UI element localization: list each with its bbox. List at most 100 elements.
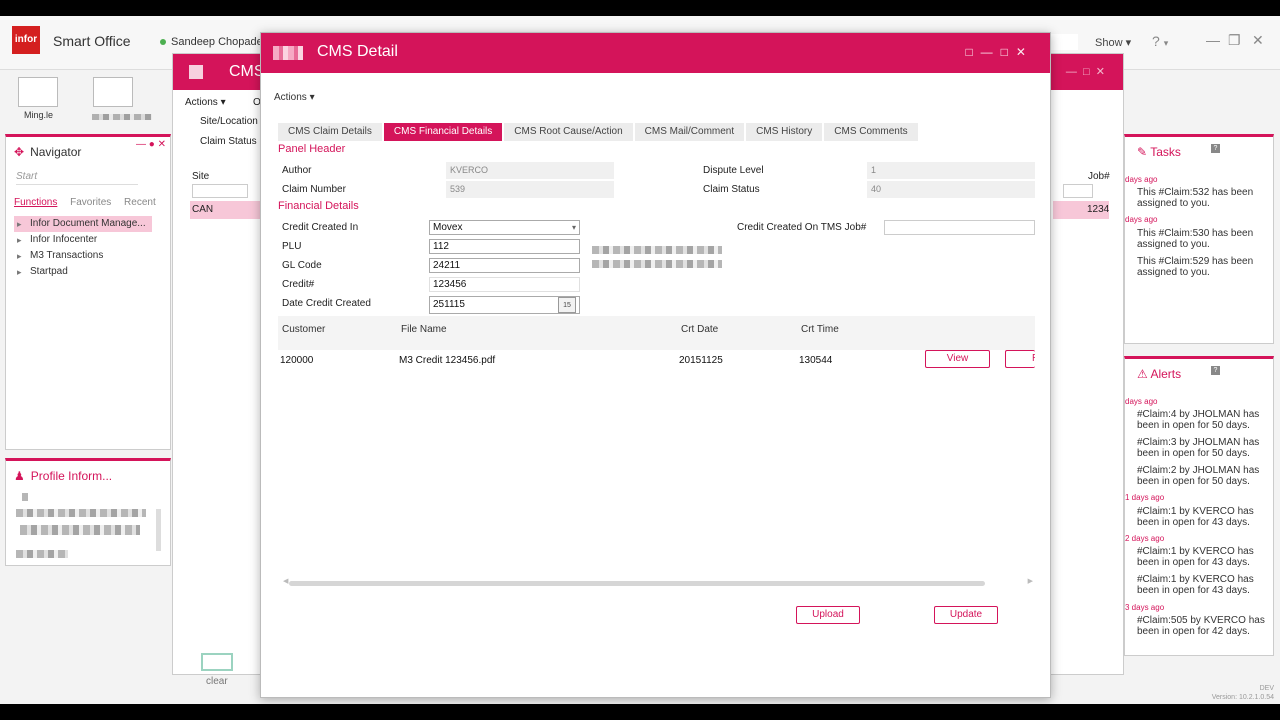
remove-button[interactable]: Rer xyxy=(1005,350,1035,368)
panel-controls[interactable]: — ● ✕ xyxy=(136,139,166,150)
profile-panel: ♟ Profile Inform... xyxy=(5,458,171,566)
nav-item-infocenter[interactable]: Infor Infocenter xyxy=(14,232,152,248)
job-column-header: Job# xyxy=(1088,171,1110,182)
nav-item-startpad[interactable]: Startpad xyxy=(14,264,152,280)
dispute-level-field: 1 xyxy=(867,162,1035,179)
top-search-input[interactable] xyxy=(1050,34,1078,50)
credit-number-input[interactable]: 123456 xyxy=(429,277,580,292)
dialog-window-controls[interactable]: □—□✕ xyxy=(965,45,1034,59)
help-menu[interactable]: ? ▾ xyxy=(1152,33,1168,49)
app-icon xyxy=(273,46,303,60)
tab-financial-details[interactable]: CMS Financial Details xyxy=(383,123,503,141)
nav-item-document-manager[interactable]: Infor Document Manage... xyxy=(14,216,152,232)
navigator-header: ✥ Navigator xyxy=(14,145,81,159)
upload-button[interactable]: Upload xyxy=(796,606,860,624)
dispute-level-label: Dispute Level xyxy=(703,165,764,176)
compass-icon: ✥ xyxy=(14,145,25,159)
scroll-left-icon[interactable]: ◀ xyxy=(283,577,288,585)
alerts-panel: ⚠ Alerts ? days ago #Claim:4 by JHOLMAN … xyxy=(1124,356,1274,656)
site-filter-input[interactable] xyxy=(192,184,248,198)
gl-code-label: GL Code xyxy=(282,260,322,271)
claim-status-field: 40 xyxy=(867,181,1035,198)
desktop: infor Smart Office Sandeep Chopade Show … xyxy=(0,16,1280,704)
column-crt-time[interactable]: Crt Time xyxy=(801,324,839,335)
clear-label: clear xyxy=(206,676,228,687)
user-status[interactable]: Sandeep Chopade xyxy=(160,36,263,48)
view-button[interactable]: View xyxy=(925,350,990,368)
alert-message[interactable]: #Claim:505 by KVERCO has been in open fo… xyxy=(1137,615,1267,637)
job-cell[interactable]: 1234 xyxy=(1053,201,1109,219)
column-crt-date[interactable]: Crt Date xyxy=(681,324,718,335)
alert-message[interactable]: #Claim:1 by KVERCO has been in open for … xyxy=(1137,574,1267,596)
clear-icon[interactable] xyxy=(201,653,233,671)
redacted-content xyxy=(16,509,146,517)
chevron-down-icon: ▾ xyxy=(571,223,576,232)
tab-claim-details[interactable]: CMS Claim Details xyxy=(278,123,382,141)
tab-comments[interactable]: CMS Comments xyxy=(824,123,918,141)
task-message[interactable]: This #Claim:530 has been assigned to you… xyxy=(1137,228,1267,250)
minimize-icon[interactable]: — xyxy=(1206,32,1220,48)
redacted-content xyxy=(592,260,722,268)
task-time: days ago xyxy=(1125,175,1158,184)
cell-crt-time[interactable]: 130544 xyxy=(799,355,832,366)
attachments-grid-header: Customer File Name Crt Date Crt Time xyxy=(278,316,1035,350)
navigator-tabs: Functions Favorites Recent xyxy=(14,197,166,208)
alert-message[interactable]: #Claim:4 by JHOLMAN has been in open for… xyxy=(1137,409,1267,431)
column-file-name[interactable]: File Name xyxy=(401,324,447,335)
cell-customer[interactable]: 120000 xyxy=(280,355,313,366)
show-menu[interactable]: Show ▾ xyxy=(1095,36,1131,49)
app-icon xyxy=(189,65,203,79)
person-icon: ♟ xyxy=(14,469,25,483)
tab-functions[interactable]: Functions xyxy=(14,197,57,208)
chevron-down-icon: ▾ xyxy=(309,92,315,103)
update-button[interactable]: Update xyxy=(934,606,998,624)
navigator-search-input[interactable]: Start xyxy=(16,171,138,185)
site-location-label: Site/Location xyxy=(200,116,258,127)
plu-input[interactable]: 112 xyxy=(429,239,580,254)
financial-details-title: Financial Details xyxy=(278,200,359,212)
alert-message[interactable]: #Claim:2 by JHOLMAN has been in open for… xyxy=(1137,465,1267,487)
close-icon[interactable]: ✕ xyxy=(1252,32,1264,49)
horizontal-scrollbar[interactable]: ◀ ▶ xyxy=(283,577,1033,586)
column-customer[interactable]: Customer xyxy=(282,324,325,335)
document-shortcut[interactable] xyxy=(93,77,133,107)
window-controls[interactable]: — □ ✕ xyxy=(1066,54,1105,90)
tab-favorites[interactable]: Favorites xyxy=(70,197,111,208)
env-label: DEV xyxy=(1259,685,1274,692)
restore-icon[interactable]: ❐ xyxy=(1228,32,1241,49)
alert-message[interactable]: #Claim:3 by JHOLMAN has been in open for… xyxy=(1137,437,1267,459)
help-icon[interactable]: ? xyxy=(1211,144,1220,153)
alert-message[interactable]: #Claim:1 by KVERCO has been in open for … xyxy=(1137,546,1267,568)
scrollbar[interactable] xyxy=(156,509,161,551)
task-message[interactable]: This #Claim:529 has been assigned to you… xyxy=(1137,256,1267,278)
credit-on-tms-input[interactable] xyxy=(884,220,1035,235)
scroll-right-icon[interactable]: ▶ xyxy=(1028,577,1033,585)
tab-history[interactable]: CMS History xyxy=(746,123,823,141)
calendar-icon[interactable]: 15 xyxy=(558,297,576,313)
task-message[interactable]: This #Claim:532 has been assigned to you… xyxy=(1137,187,1267,209)
scrollbar-thumb[interactable] xyxy=(289,581,985,586)
tasks-panel: ✎ Tasks ? days ago This #Claim:532 has b… xyxy=(1124,134,1274,344)
credit-created-in-select[interactable]: Movex ▾ xyxy=(429,220,580,235)
cell-crt-date[interactable]: 20151125 xyxy=(679,355,723,366)
job-filter-input[interactable] xyxy=(1063,184,1093,198)
actions-menu[interactable]: Actions ▾ xyxy=(274,92,315,103)
site-cell[interactable]: CAN xyxy=(190,201,260,219)
task-time: days ago xyxy=(1125,215,1158,224)
alerts-title: ⚠ Alerts xyxy=(1137,367,1181,381)
tab-recent[interactable]: Recent xyxy=(124,197,156,208)
credit-created-in-label: Credit Created In xyxy=(282,222,359,233)
profile-title: Profile Inform... xyxy=(30,469,113,483)
alert-message[interactable]: #Claim:1 by KVERCO has been in open for … xyxy=(1137,506,1267,528)
background-actions-menu[interactable]: Actions ▾ xyxy=(185,97,226,108)
tab-root-cause[interactable]: CMS Root Cause/Action xyxy=(504,123,633,141)
nav-item-m3-transactions[interactable]: M3 Transactions xyxy=(14,248,152,264)
mingle-shortcut[interactable] xyxy=(18,77,58,107)
gl-code-input[interactable]: 24211 xyxy=(429,258,580,273)
redacted-label xyxy=(92,114,152,120)
redacted-content xyxy=(592,246,722,254)
cell-file-name[interactable]: M3 Credit 123456.pdf xyxy=(399,355,495,366)
help-icon[interactable]: ? xyxy=(1211,366,1220,375)
chevron-down-icon: ▾ xyxy=(1125,37,1132,49)
tab-mail-comment[interactable]: CMS Mail/Comment xyxy=(634,123,745,141)
